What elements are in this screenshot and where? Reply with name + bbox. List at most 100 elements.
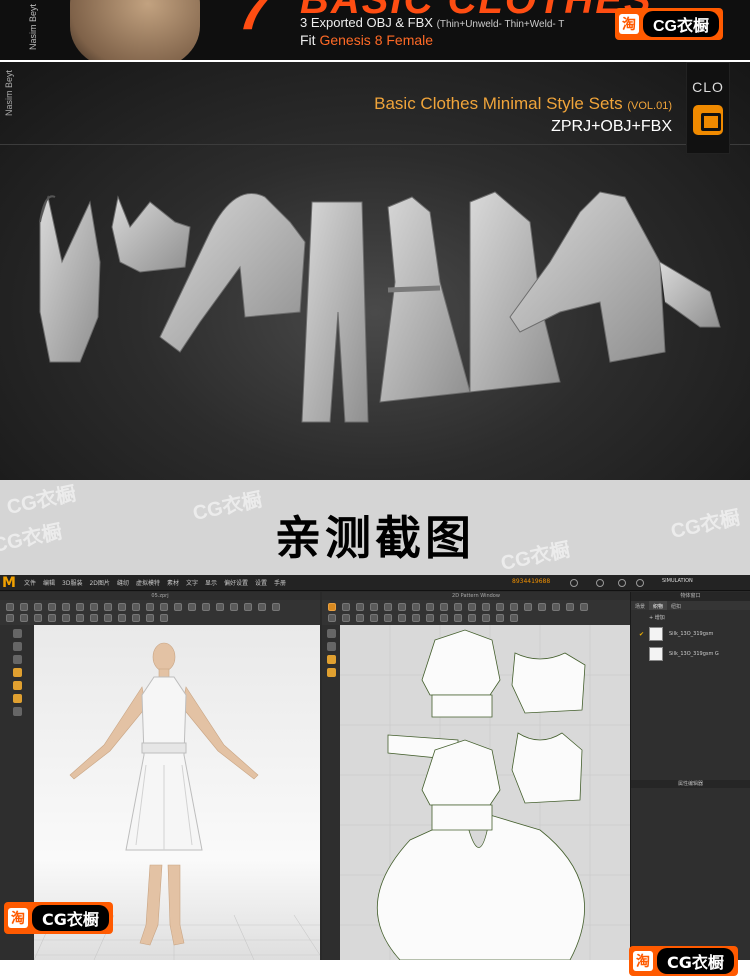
tool-icon[interactable] xyxy=(90,603,98,611)
tool-icon[interactable] xyxy=(258,603,266,611)
tool-icon[interactable] xyxy=(496,603,504,611)
tool-icon[interactable] xyxy=(468,603,476,611)
menu-item[interactable]: 素材 xyxy=(167,578,179,587)
tool-icon[interactable] xyxy=(524,603,532,611)
tool-icon[interactable] xyxy=(482,603,490,611)
tool-icon[interactable] xyxy=(216,603,224,611)
pattern-piece-back[interactable] xyxy=(511,652,586,714)
tool-icon[interactable] xyxy=(118,603,126,611)
side-tool-icon[interactable] xyxy=(12,681,22,690)
tool-icon[interactable] xyxy=(20,603,28,611)
help-icon[interactable] xyxy=(596,579,604,587)
tool-icon[interactable] xyxy=(328,603,336,611)
side-tool-icon[interactable] xyxy=(326,629,336,638)
side-tool-icon[interactable] xyxy=(326,668,336,677)
side-tool-icon[interactable] xyxy=(326,642,336,651)
tool-icon[interactable] xyxy=(538,603,546,611)
tool-icon[interactable] xyxy=(398,603,406,611)
tool-icon[interactable] xyxy=(230,603,238,611)
menu-item[interactable]: 文字 xyxy=(186,578,198,587)
tab-button[interactable]: 纽扣 xyxy=(667,601,685,610)
tool-icon[interactable] xyxy=(496,614,504,622)
tool-icon[interactable] xyxy=(356,614,364,622)
tool-icon[interactable] xyxy=(34,603,42,611)
tool-icon[interactable] xyxy=(398,614,406,622)
pattern-piece-back-2[interactable] xyxy=(511,732,583,804)
tool-icon[interactable] xyxy=(244,603,252,611)
tool-icon[interactable] xyxy=(174,603,182,611)
add-fabric-button[interactable]: + 增加 xyxy=(649,614,750,621)
menu-item[interactable]: 文件 xyxy=(24,578,36,587)
tool-icon[interactable] xyxy=(412,614,420,622)
menu-item[interactable]: 2D图片 xyxy=(89,578,109,587)
tool-icon[interactable] xyxy=(384,603,392,611)
pattern-piece-waistband[interactable] xyxy=(431,804,493,831)
tool-icon[interactable] xyxy=(146,603,154,611)
fabric-item[interactable]: Silk_13O_319gsm G xyxy=(639,647,750,661)
side-tool-icon[interactable] xyxy=(12,642,22,651)
tool-icon[interactable] xyxy=(370,614,378,622)
tool-icon[interactable] xyxy=(356,603,364,611)
tool-icon[interactable] xyxy=(160,603,168,611)
tool-icon[interactable] xyxy=(580,603,588,611)
tool-icon[interactable] xyxy=(552,603,560,611)
pattern-piece-bodice-front[interactable] xyxy=(421,629,501,696)
3d-viewport[interactable]: 淘 CG衣橱 xyxy=(4,625,321,961)
tool-icon[interactable] xyxy=(118,614,126,622)
menu-item[interactable]: 编辑 xyxy=(43,578,55,587)
tool-icon[interactable] xyxy=(132,603,140,611)
pattern-piece-skirt[interactable] xyxy=(376,814,585,961)
side-tool-icon[interactable] xyxy=(12,668,22,677)
menu-item[interactable]: 偏好设置 xyxy=(224,578,248,587)
tool-icon[interactable] xyxy=(342,603,350,611)
tool-icon[interactable] xyxy=(76,614,84,622)
tool-icon[interactable] xyxy=(20,614,28,622)
tool-icon[interactable] xyxy=(384,614,392,622)
tool-icon[interactable] xyxy=(146,614,154,622)
tool-icon[interactable] xyxy=(76,603,84,611)
tool-icon[interactable] xyxy=(62,603,70,611)
side-tool-icon[interactable] xyxy=(12,694,22,703)
2d-pattern-viewport[interactable] xyxy=(340,625,630,961)
menu-item[interactable]: 虚拟模特 xyxy=(136,578,160,587)
tool-icon[interactable] xyxy=(160,614,168,622)
side-tool-icon[interactable] xyxy=(326,655,336,664)
user-icon[interactable] xyxy=(570,579,578,587)
tab-scene[interactable]: 场景 xyxy=(631,601,649,610)
tool-icon[interactable] xyxy=(342,614,350,622)
tool-icon[interactable] xyxy=(202,603,210,611)
fabric-item[interactable]: ✔ Silk_13O_319gsm xyxy=(639,627,750,641)
tool-icon[interactable] xyxy=(426,614,434,622)
tool-icon[interactable] xyxy=(440,603,448,611)
tool-icon[interactable] xyxy=(34,614,42,622)
menu-item[interactable]: 手册 xyxy=(274,578,286,587)
tool-icon[interactable] xyxy=(48,614,56,622)
tool-icon[interactable] xyxy=(454,614,462,622)
tool-icon[interactable] xyxy=(426,603,434,611)
tool-icon[interactable] xyxy=(566,603,574,611)
tool-icon[interactable] xyxy=(482,614,490,622)
tool-icon[interactable] xyxy=(188,603,196,611)
tool-icon[interactable] xyxy=(510,603,518,611)
side-tool-icon[interactable] xyxy=(12,655,22,664)
settings-icon[interactable] xyxy=(618,579,626,587)
tool-icon[interactable] xyxy=(6,614,14,622)
tool-icon[interactable] xyxy=(370,603,378,611)
menu-item[interactable]: 3D服装 xyxy=(62,578,82,587)
tool-icon[interactable] xyxy=(104,603,112,611)
menu-item[interactable]: 缝纫 xyxy=(117,578,129,587)
tool-icon[interactable] xyxy=(510,614,518,622)
tool-icon[interactable] xyxy=(328,614,336,622)
pattern-piece-bodice-band[interactable] xyxy=(431,694,493,718)
info-icon[interactable] xyxy=(636,579,644,587)
tool-icon[interactable] xyxy=(104,614,112,622)
tool-icon[interactable] xyxy=(468,614,476,622)
tool-icon[interactable] xyxy=(454,603,462,611)
side-tool-icon[interactable] xyxy=(12,707,22,716)
tool-icon[interactable] xyxy=(132,614,140,622)
tool-icon[interactable] xyxy=(6,603,14,611)
tool-icon[interactable] xyxy=(90,614,98,622)
tool-icon[interactable] xyxy=(62,614,70,622)
tool-icon[interactable] xyxy=(48,603,56,611)
side-tool-icon[interactable] xyxy=(12,629,22,638)
